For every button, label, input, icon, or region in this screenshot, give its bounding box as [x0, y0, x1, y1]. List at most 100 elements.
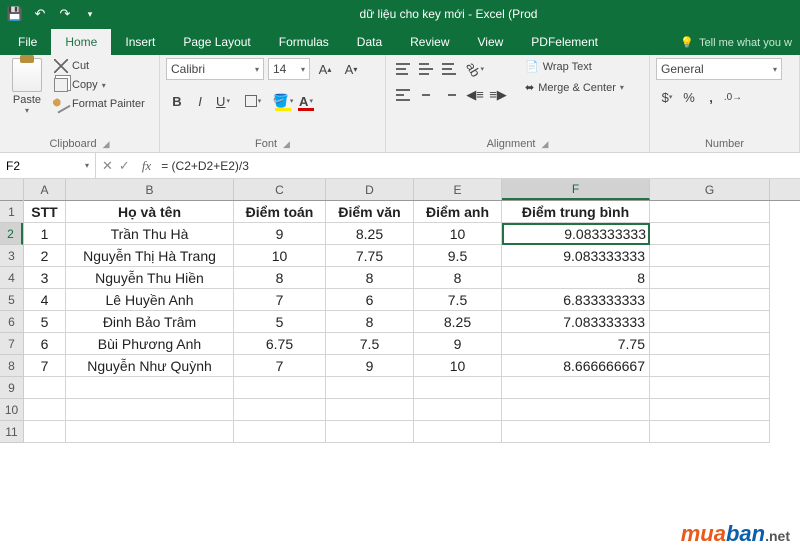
col-header[interactable]: B	[66, 179, 234, 200]
cell[interactable]: STT	[24, 201, 66, 223]
cut-button[interactable]: Cut	[52, 58, 147, 74]
increase-decimal-button[interactable]: .0→	[722, 86, 744, 108]
cell[interactable]: 7.75	[502, 333, 650, 355]
cell[interactable]	[650, 333, 770, 355]
cell[interactable]: 5	[24, 311, 66, 333]
cell[interactable]	[650, 289, 770, 311]
underline-button[interactable]: U▾	[212, 90, 234, 112]
row-header[interactable]: 4	[0, 267, 23, 289]
font-color-button[interactable]: A▾	[295, 90, 317, 112]
row-header[interactable]: 8	[0, 355, 23, 377]
cell[interactable]	[414, 421, 502, 443]
row-header[interactable]: 9	[0, 377, 23, 399]
cell[interactable]	[650, 377, 770, 399]
cell[interactable]	[326, 399, 414, 421]
cell[interactable]	[66, 377, 234, 399]
cell[interactable]: 9.083333333	[502, 223, 650, 245]
cell[interactable]: 8	[326, 267, 414, 289]
name-box[interactable]: F2▾	[0, 153, 96, 178]
tab-data[interactable]: Data	[343, 29, 396, 55]
paste-button[interactable]: Paste ▾	[6, 58, 48, 115]
decrease-indent-button[interactable]: ◀≡	[464, 84, 486, 106]
accounting-format-button[interactable]: $▾	[656, 86, 678, 108]
cell[interactable]: 8	[414, 267, 502, 289]
cell[interactable]	[650, 421, 770, 443]
cell[interactable]: 6	[326, 289, 414, 311]
tab-formulas[interactable]: Formulas	[265, 29, 343, 55]
tab-page-layout[interactable]: Page Layout	[169, 29, 264, 55]
number-format-select[interactable]: General▾	[656, 58, 782, 80]
cell[interactable]: 9.5	[414, 245, 502, 267]
cell[interactable]: 8.25	[414, 311, 502, 333]
row-header[interactable]: 6	[0, 311, 23, 333]
tab-view[interactable]: View	[464, 29, 518, 55]
align-left-button[interactable]	[392, 84, 414, 106]
align-top-button[interactable]	[392, 58, 414, 80]
cell[interactable]	[326, 421, 414, 443]
tab-file[interactable]: File	[4, 29, 51, 55]
col-header[interactable]: E	[414, 179, 502, 200]
cell[interactable]	[234, 399, 326, 421]
fill-color-button[interactable]: 🪣▾	[272, 90, 294, 112]
cell[interactable]: 7	[234, 355, 326, 377]
dialog-launcher-icon[interactable]: ◢	[542, 139, 549, 150]
cell[interactable]: Lê Huyền Anh	[66, 289, 234, 311]
format-painter-button[interactable]: Format Painter	[52, 96, 147, 112]
row-header[interactable]: 5	[0, 289, 23, 311]
cell[interactable]	[502, 399, 650, 421]
cell[interactable]: Nguyễn Thị Hà Trang	[66, 245, 234, 267]
cell[interactable]: 8	[234, 267, 326, 289]
row-header[interactable]: 1	[0, 201, 23, 223]
cell[interactable]	[414, 399, 502, 421]
cell[interactable]	[414, 377, 502, 399]
cell[interactable]: 8.25	[326, 223, 414, 245]
cell[interactable]: 9	[414, 333, 502, 355]
align-middle-button[interactable]	[415, 58, 437, 80]
cell[interactable]: Điểm toán	[234, 201, 326, 223]
cell[interactable]	[234, 421, 326, 443]
tab-review[interactable]: Review	[396, 29, 463, 55]
cell[interactable]: Nguyễn Thu Hiền	[66, 267, 234, 289]
qat-customize-icon[interactable]: ▾	[79, 3, 101, 25]
col-header[interactable]: D	[326, 179, 414, 200]
row-header[interactable]: 11	[0, 421, 23, 443]
cell[interactable]: 8	[326, 311, 414, 333]
cell[interactable]: 7	[24, 355, 66, 377]
col-header[interactable]: F	[502, 179, 650, 200]
cell[interactable]: 7	[234, 289, 326, 311]
cell[interactable]: Nguyễn Như Quỳnh	[66, 355, 234, 377]
cell[interactable]	[650, 223, 770, 245]
cell[interactable]: 1	[24, 223, 66, 245]
cell[interactable]	[24, 399, 66, 421]
cell[interactable]	[502, 421, 650, 443]
cell[interactable]	[502, 377, 650, 399]
col-header[interactable]: C	[234, 179, 326, 200]
copy-button[interactable]: Copy▾	[52, 77, 147, 93]
cell[interactable]: 4	[24, 289, 66, 311]
comma-format-button[interactable]: ,	[700, 86, 722, 108]
cell[interactable]	[650, 399, 770, 421]
cell[interactable]: 7.083333333	[502, 311, 650, 333]
row-header[interactable]: 7	[0, 333, 23, 355]
cell[interactable]: 10	[234, 245, 326, 267]
cell[interactable]: 9	[326, 355, 414, 377]
cell[interactable]: 6.833333333	[502, 289, 650, 311]
cell[interactable]	[66, 421, 234, 443]
cell[interactable]: Điểm văn	[326, 201, 414, 223]
cell[interactable]: Điểm anh	[414, 201, 502, 223]
cell[interactable]	[326, 377, 414, 399]
enter-formula-icon[interactable]: ✓	[119, 158, 130, 174]
dialog-launcher-icon[interactable]: ◢	[283, 139, 290, 150]
dialog-launcher-icon[interactable]: ◢	[103, 139, 110, 150]
align-bottom-button[interactable]	[438, 58, 460, 80]
align-center-button[interactable]	[415, 84, 437, 106]
borders-button[interactable]: ▾	[242, 90, 264, 112]
fx-icon[interactable]: fx	[136, 158, 157, 174]
col-header[interactable]: A	[24, 179, 66, 200]
increase-indent-button[interactable]: ≡▶	[487, 84, 509, 106]
cell[interactable]	[650, 267, 770, 289]
cell[interactable]	[650, 201, 770, 223]
cell[interactable]: 2	[24, 245, 66, 267]
cell[interactable]: 8.666666667	[502, 355, 650, 377]
row-header[interactable]: 2	[0, 223, 23, 245]
